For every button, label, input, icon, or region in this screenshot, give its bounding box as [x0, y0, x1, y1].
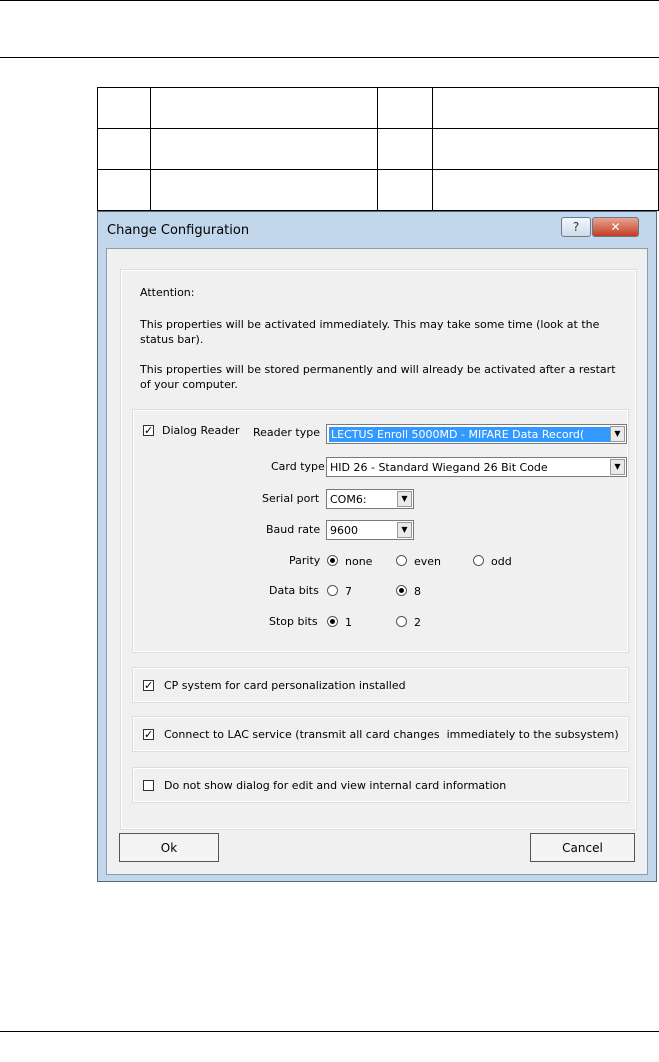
baud-rate-label: Baud rate — [266, 523, 321, 536]
reader-type-select[interactable]: LECTUS Enroll 5000MD - MIFARE Data Recor… — [326, 424, 627, 444]
cancel-button[interactable]: Cancel — [530, 833, 635, 862]
header-rule — [0, 57, 659, 58]
table-row — [97, 128, 659, 170]
data-bits-8-label: 8 — [414, 585, 421, 598]
ok-button[interactable]: Ok — [119, 833, 219, 862]
chevron-down-icon: ▼ — [397, 491, 412, 507]
serial-port-select[interactable]: COM6: ▼ — [326, 489, 414, 509]
parity-odd-label: odd — [491, 555, 512, 568]
table-row — [97, 169, 659, 211]
reader-type-label: Reader type — [253, 426, 320, 439]
parity-label: Parity — [289, 554, 321, 567]
dialog-client-area: Attention: This properties will be activ… — [106, 248, 648, 875]
table-row — [97, 87, 659, 129]
stop-bits-1-label: 1 — [345, 616, 352, 629]
serial-port-label: Serial port — [262, 492, 320, 505]
chevron-down-icon: ▼ — [610, 426, 625, 442]
data-bits-7-radio[interactable] — [327, 585, 338, 596]
card-type-select[interactable]: HID 26 - Standard Wiegand 26 Bit Code ▼ — [326, 457, 627, 477]
top-rule — [0, 0, 659, 1]
parity-even-radio[interactable] — [396, 555, 407, 566]
ok-button-label: Ok — [160, 840, 178, 855]
serial-port-value: COM6: — [330, 493, 367, 506]
card-type-value: HID 26 - Standard Wiegand 26 Bit Code — [330, 461, 548, 474]
help-button[interactable]: ? — [561, 217, 591, 237]
data-bits-label: Data bits — [269, 584, 319, 597]
parity-even-label: even — [414, 555, 442, 568]
parity-none-radio[interactable] — [327, 555, 338, 566]
close-icon: ✕ — [610, 220, 621, 234]
dialog-reader-label: Dialog Reader — [162, 424, 240, 437]
baud-rate-select[interactable]: 9600 ▼ — [326, 520, 414, 540]
cancel-button-label: Cancel — [562, 840, 603, 855]
cp-system-checkbox[interactable]: ✓ — [143, 680, 154, 691]
dialog-reader-checkbox[interactable]: ✓ — [143, 425, 154, 436]
stop-bits-label: Stop bits — [269, 615, 318, 628]
change-configuration-dialog: Change Configuration ? ✕ Attention: This… — [97, 211, 657, 882]
attention-text-2: This properties will be stored permanent… — [140, 363, 616, 391]
attention-heading: Attention: — [140, 286, 195, 299]
lac-service-label: Connect to LAC service (transmit all car… — [164, 728, 619, 741]
lac-service-checkbox[interactable]: ✓ — [143, 729, 154, 740]
no-dialog-label: Do not show dialog for edit and view int… — [164, 779, 507, 792]
chevron-down-icon: ▼ — [610, 459, 625, 475]
check-icon: ✓ — [144, 728, 154, 741]
data-bits-8-radio[interactable] — [396, 585, 407, 596]
check-icon: ✓ — [144, 679, 154, 692]
footer-rule — [0, 1031, 659, 1032]
cp-system-label: CP system for card personalization insta… — [164, 679, 406, 692]
empty-table — [97, 87, 659, 211]
parity-odd-radio[interactable] — [473, 555, 484, 566]
chevron-down-icon: ▼ — [397, 522, 412, 538]
check-icon: ✓ — [144, 424, 154, 437]
stop-bits-2-radio[interactable] — [396, 616, 407, 627]
no-dialog-checkbox[interactable] — [143, 780, 154, 791]
dialog-title: Change Configuration — [107, 223, 250, 238]
parity-none-label: none — [345, 555, 373, 568]
data-bits-7-label: 7 — [345, 585, 352, 598]
reader-type-value: LECTUS Enroll 5000MD - MIFARE Data Recor… — [329, 427, 611, 442]
attention-text-1: This properties will be activated immedi… — [140, 318, 600, 346]
close-button[interactable]: ✕ — [592, 217, 639, 237]
help-icon: ? — [572, 220, 580, 234]
stop-bits-2-label: 2 — [414, 616, 421, 629]
baud-rate-value: 9600 — [330, 524, 358, 537]
card-type-label: Card type — [271, 460, 325, 473]
title-bar[interactable]: Change Configuration ? ✕ — [98, 212, 656, 248]
stop-bits-1-radio[interactable] — [327, 616, 338, 627]
